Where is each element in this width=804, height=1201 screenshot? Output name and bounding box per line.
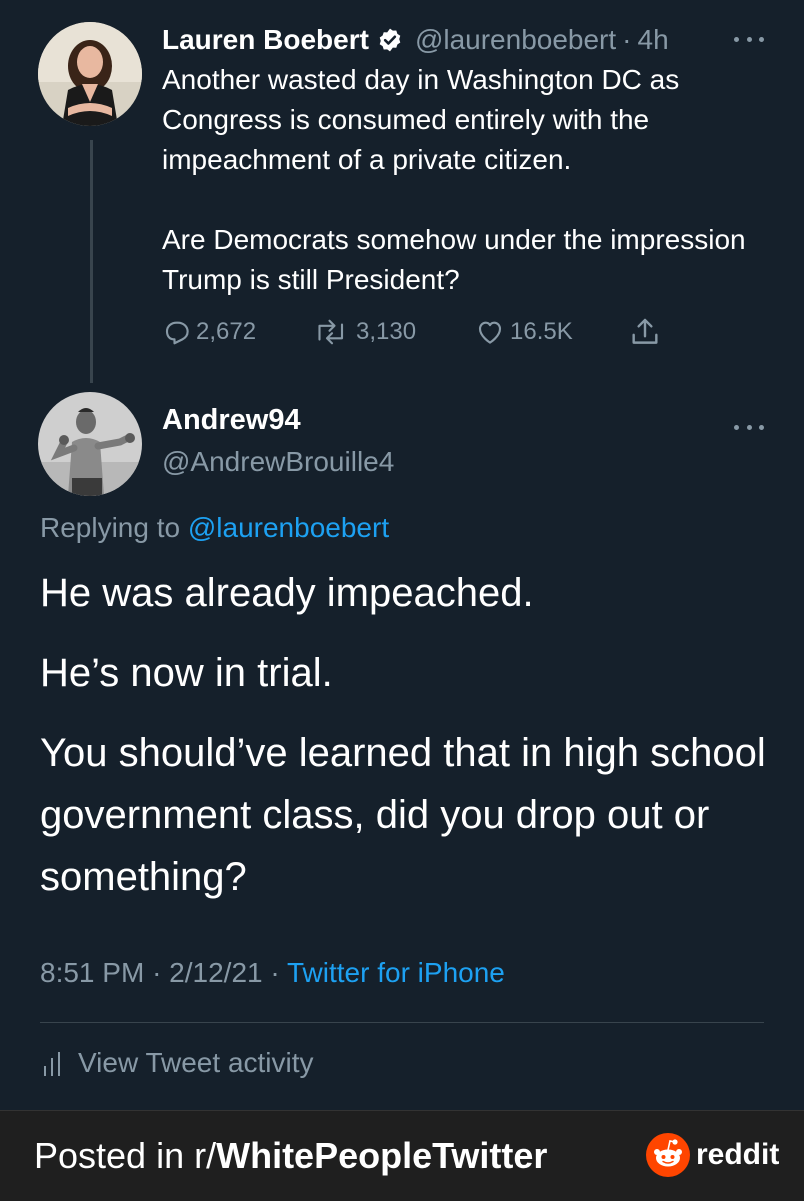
original-tweet-header: Lauren Boebert @laurenboebert · 4h — [162, 22, 669, 58]
header-separator: · — [622, 24, 632, 55]
meta-separator: · — [270, 957, 280, 988]
reply-paragraph: He was already impeached. — [40, 571, 534, 615]
portrait-image — [38, 392, 142, 496]
tweet-timestamp[interactable]: 8:51 PM — [40, 957, 144, 988]
retweet-button[interactable]: 3,130 — [312, 312, 416, 352]
retweet-icon — [318, 319, 344, 345]
reply-more-options-icon[interactable] — [734, 422, 764, 432]
reply-author-handle[interactable]: @AndrewBrouille4 — [162, 446, 394, 478]
reddit-snoo-icon — [646, 1133, 690, 1177]
tweet-metadata: 8:51 PM · 2/12/21 · Twitter for iPhone — [40, 957, 505, 989]
verified-badge-icon — [379, 28, 401, 52]
meta-separator: · — [152, 957, 162, 988]
portrait-image — [38, 22, 142, 126]
reddit-footer-bar: Posted in r/WhitePeopleTwitter reddit — [0, 1110, 804, 1201]
heart-icon — [478, 321, 502, 344]
reply-paragraph: He’s now in trial. — [40, 651, 333, 695]
tweet-time[interactable]: 4h — [638, 24, 669, 56]
more-options-icon[interactable] — [734, 34, 764, 44]
activity-bars-icon — [44, 1052, 60, 1076]
view-tweet-activity-label: View Tweet activity — [78, 1047, 314, 1078]
author-handle[interactable]: @laurenboebert — [415, 24, 616, 56]
author-name[interactable]: Lauren Boebert — [162, 24, 369, 56]
posted-in-text: Posted in r/WhitePeopleTwitter — [34, 1135, 547, 1177]
share-icon — [632, 318, 658, 344]
share-button[interactable] — [628, 312, 666, 352]
subreddit-name[interactable]: WhitePeopleTwitter — [216, 1135, 547, 1176]
reddit-logo: reddit — [646, 1133, 779, 1177]
replying-to-label: Replying to — [40, 512, 181, 543]
tweet-action-bar: 2,672 3,130 16.5K — [162, 312, 682, 352]
section-divider — [40, 1022, 764, 1023]
view-tweet-activity-button[interactable]: View Tweet activity — [40, 1043, 314, 1083]
andrew94-avatar[interactable] — [38, 392, 142, 496]
tweet-client-link[interactable]: Twitter for iPhone — [287, 957, 505, 988]
replying-to-line: Replying to @laurenboebert — [40, 512, 389, 544]
original-tweet-text: Another wasted day in Washington DC as C… — [162, 60, 772, 300]
lauren-boebert-avatar[interactable] — [38, 22, 142, 126]
posted-in-prefix: Posted in r/ — [34, 1135, 217, 1176]
reply-button[interactable]: 2,672 — [162, 312, 256, 352]
replying-to-handle-link[interactable]: @laurenboebert — [188, 512, 389, 543]
tweet-paragraph: Another wasted day in Washington DC as C… — [162, 64, 680, 175]
reply-paragraph: You should’ve learned that in high schoo… — [40, 731, 766, 899]
tweet-paragraph: Are Democrats somehow under the impressi… — [162, 224, 746, 295]
thread-connector-line — [90, 140, 93, 383]
tweet-date[interactable]: 2/12/21 — [169, 957, 262, 988]
reply-author-name[interactable]: Andrew94 — [162, 404, 301, 437]
reply-tweet-text: He was already impeached. He’s now in tr… — [40, 562, 780, 908]
retweet-count: 3,130 — [356, 318, 417, 345]
reply-count: 2,672 — [196, 318, 257, 345]
reddit-wordmark: reddit — [696, 1138, 780, 1171]
like-count: 16.5K — [510, 318, 573, 345]
like-button[interactable]: 16.5K — [474, 312, 573, 352]
reply-icon — [165, 321, 189, 345]
